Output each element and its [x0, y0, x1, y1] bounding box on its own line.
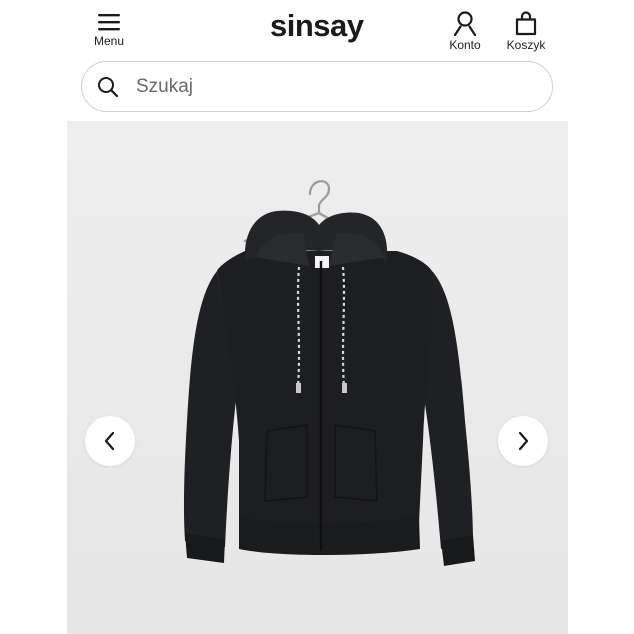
chevron-right-icon: [518, 431, 529, 451]
next-image-button[interactable]: [498, 416, 548, 466]
sinsay-logo[interactable]: sinsay: [270, 6, 366, 44]
cart-label: Koszyk: [506, 38, 546, 52]
top-header: Menu sinsay Konto Koszyk: [0, 0, 634, 58]
chevron-left-icon: [104, 431, 115, 451]
search-icon: [98, 76, 119, 97]
previous-image-button[interactable]: [85, 416, 135, 466]
cart-button[interactable]: Koszyk: [500, 10, 552, 54]
menu-button[interactable]: Menu: [86, 12, 132, 54]
hamburger-menu-icon: [98, 14, 120, 31]
product-gallery[interactable]: [67, 121, 568, 634]
account-button[interactable]: Konto: [442, 10, 488, 54]
user-icon: [453, 11, 477, 36]
shopping-bag-icon: [515, 11, 537, 36]
product-image: [67, 121, 568, 634]
search-bar[interactable]: [81, 61, 553, 112]
account-label: Konto: [449, 38, 481, 52]
search-input[interactable]: [136, 75, 496, 98]
menu-label: Menu: [93, 34, 125, 48]
logo-text: sinsay: [270, 8, 365, 43]
